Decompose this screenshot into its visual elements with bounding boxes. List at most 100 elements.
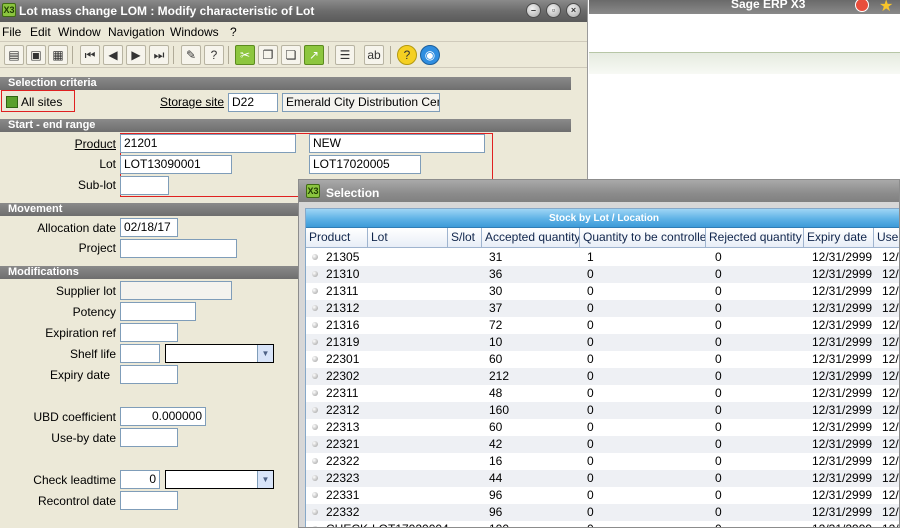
table-row[interactable]: 21311 30 0 0 12/31/2999 12/3 [306, 283, 899, 300]
cell-to-control: 0 [587, 386, 594, 400]
paste-icon[interactable]: ❏ [281, 45, 301, 65]
product-start-field[interactable]: 21201 [120, 134, 296, 153]
column-header-slot[interactable]: S/lot [448, 228, 482, 248]
copy-icon[interactable]: ❐ [258, 45, 278, 65]
chevron-down-icon[interactable]: ▼ [257, 345, 273, 362]
next-record-icon[interactable]: ▶ [126, 45, 146, 65]
table-row[interactable]: 22322 16 0 0 12/31/2999 12/3 [306, 453, 899, 470]
export-icon[interactable]: ↗ [304, 45, 324, 65]
menu-navigation[interactable]: Navigation [108, 25, 165, 39]
menu-window[interactable]: Window [58, 25, 101, 39]
check-leadtime-unit-combo[interactable]: ▼ [165, 470, 274, 489]
column-header-accepted-quantity[interactable]: Accepted quantity [482, 228, 580, 248]
attach-icon[interactable]: ✎ [181, 45, 201, 65]
cell-product: 21312 [326, 301, 360, 315]
table-row[interactable]: 22321 42 0 0 12/31/2999 12/3 [306, 436, 899, 453]
cell-use: 12/3 [882, 250, 899, 264]
sublot-start-field[interactable] [120, 176, 169, 195]
product-end-field[interactable]: NEW [309, 134, 485, 153]
cut-icon[interactable]: ✂ [235, 45, 255, 65]
cell-expiry: 12/31/2999 [812, 318, 873, 332]
print-icon[interactable]: ▣ [26, 45, 46, 65]
menu-windows[interactable]: Windows [170, 25, 219, 39]
table-row[interactable]: 22331 96 0 0 12/31/2999 12/3 [306, 487, 899, 504]
table-row[interactable]: 21305 31 1 0 12/31/2999 12/3 [306, 249, 899, 266]
check-leadtime-field[interactable]: 0 [120, 470, 160, 489]
new-doc-icon[interactable]: ▤ [4, 45, 24, 65]
shelf-life-field[interactable] [120, 344, 160, 363]
cell-product: 22331 [326, 488, 360, 502]
table-row[interactable]: 21319 10 0 0 12/31/2999 12/3 [306, 334, 899, 351]
menu-help[interactable]: ? [230, 25, 237, 39]
last-record-icon[interactable]: ⏭ [149, 45, 169, 65]
cell-use: 12/3 [882, 403, 899, 417]
table-row[interactable]: 22323 44 0 0 12/31/2999 12/3 [306, 470, 899, 487]
column-header-quantity-to-control[interactable]: Quantity to be controlled [580, 228, 706, 248]
row-bullet-icon [312, 339, 318, 345]
cell-product: 21305 [326, 250, 360, 264]
minimize-button[interactable]: – [526, 3, 541, 18]
cell-to-control: 0 [587, 301, 594, 315]
supplier-lot-field[interactable] [120, 281, 232, 300]
toolbar-separator [390, 46, 391, 64]
use-by-date-field[interactable] [120, 428, 178, 447]
cell-rejected: 0 [715, 437, 722, 451]
table-row[interactable]: 22312 160 0 0 12/31/2999 12/3 [306, 402, 899, 419]
table-row[interactable]: 22313 60 0 0 12/31/2999 12/3 [306, 419, 899, 436]
grid-header: Product Lot S/lot Accepted quantity Quan… [306, 228, 899, 248]
cell-expiry: 12/31/2999 [812, 369, 873, 383]
toolbar-separator [328, 46, 329, 64]
column-header-rejected-quantity[interactable]: Rejected quantity [706, 228, 804, 248]
storage-site-label[interactable]: Storage site [160, 95, 224, 109]
column-header-lot[interactable]: Lot [368, 228, 448, 248]
project-field[interactable] [120, 239, 237, 258]
menu-edit[interactable]: Edit [30, 25, 51, 39]
storage-site-field[interactable]: D22 [228, 93, 278, 112]
cell-accepted: 37 [489, 301, 503, 315]
all-sites-checkbox[interactable] [6, 96, 18, 108]
potency-field[interactable] [120, 302, 196, 321]
table-row[interactable]: 21312 37 0 0 12/31/2999 12/3 [306, 300, 899, 317]
help-topic-icon[interactable]: ? [204, 45, 224, 65]
expiration-ref-field[interactable] [120, 323, 178, 342]
row-bullet-icon [312, 373, 318, 379]
cell-use: 12/3 [882, 437, 899, 451]
workspace-band [589, 52, 900, 74]
restore-button[interactable]: ▫ [546, 3, 561, 18]
previous-record-icon[interactable]: ◀ [103, 45, 123, 65]
first-record-icon[interactable]: ⏮ [80, 45, 100, 65]
user-badge-icon[interactable] [855, 0, 869, 12]
close-button[interactable]: × [566, 3, 581, 18]
table-row[interactable]: 22332 96 0 0 12/31/2999 12/3 [306, 504, 899, 521]
table-row[interactable]: 22302 212 0 0 12/31/2999 12/3 [306, 368, 899, 385]
help-icon[interactable]: ? [397, 45, 417, 65]
print-preview-icon[interactable]: ▦ [48, 45, 68, 65]
column-header-expiry-date[interactable]: Expiry date [804, 228, 874, 248]
menu-file[interactable]: File [2, 25, 21, 39]
grid-title: Stock by Lot / Location [306, 209, 899, 228]
star-icon[interactable]: ★ [879, 0, 893, 16]
text-view-icon[interactable]: ☰ [335, 45, 355, 65]
lot-end-field[interactable]: LOT17020005 [309, 155, 421, 174]
table-row[interactable]: 21310 36 0 0 12/31/2999 12/3 [306, 266, 899, 283]
cell-accepted: 160 [489, 403, 510, 417]
table-row[interactable]: 22301 60 0 0 12/31/2999 12/3 [306, 351, 899, 368]
column-header-product[interactable]: Product [306, 228, 368, 248]
search-icon[interactable]: ◉ [420, 45, 440, 65]
cell-rejected: 0 [715, 403, 722, 417]
shelf-life-unit-combo[interactable]: ▼ [165, 344, 274, 363]
cell-expiry: 12/31/2999 [812, 335, 873, 349]
product-label[interactable]: Product [40, 137, 116, 151]
lot-start-field[interactable]: LOT13090001 [120, 155, 232, 174]
row-bullet-icon [312, 322, 318, 328]
allocation-date-field[interactable]: 02/18/17 [120, 218, 178, 237]
cell-to-control: 0 [587, 335, 594, 349]
expiry-date-field[interactable] [120, 365, 178, 384]
recontrol-date-field[interactable] [120, 491, 178, 510]
chevron-down-icon[interactable]: ▼ [257, 471, 273, 488]
table-row[interactable]: 21316 72 0 0 12/31/2999 12/3 [306, 317, 899, 334]
table-row[interactable]: 22311 48 0 0 12/31/2999 12/3 [306, 385, 899, 402]
ubd-coefficient-field[interactable]: 0.000000 [120, 407, 206, 426]
column-header-use[interactable]: Use [874, 228, 899, 248]
text-edit-icon[interactable]: ab [364, 45, 384, 65]
